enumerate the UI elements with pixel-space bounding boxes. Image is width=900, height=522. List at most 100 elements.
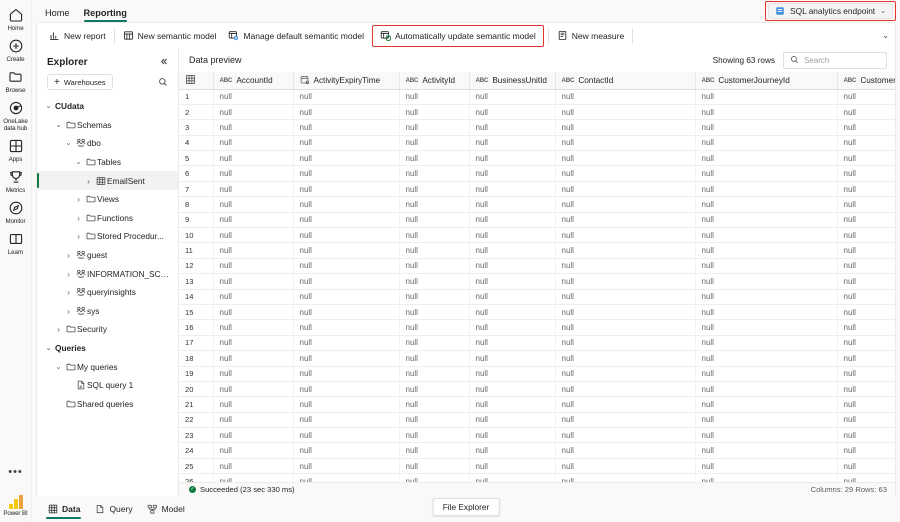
table-cell[interactable]: null	[469, 89, 556, 105]
new-semantic-model-button[interactable]: New semantic model	[117, 26, 223, 46]
tab-model[interactable]: Model	[140, 497, 192, 521]
tree-node-stored-procedur[interactable]: › Stored Procedur...	[37, 227, 178, 246]
table-cell[interactable]: null	[213, 319, 294, 336]
table-cell[interactable]: null	[399, 196, 470, 213]
table-cell[interactable]: null	[213, 119, 294, 136]
table-cell[interactable]: null	[213, 381, 294, 398]
table-cell[interactable]: null	[695, 212, 838, 229]
table-cell[interactable]: null	[555, 335, 696, 352]
tab-reporting[interactable]: Reporting	[77, 8, 134, 22]
table-cell[interactable]: null	[695, 396, 838, 413]
table-cell[interactable]: null	[469, 135, 556, 152]
table-cell[interactable]: null	[213, 335, 294, 352]
rail-item-create[interactable]: Create	[0, 37, 32, 63]
table-cell[interactable]: null	[293, 258, 400, 275]
rail-more-button[interactable]: •••	[8, 466, 23, 478]
table-cell[interactable]: null	[837, 412, 895, 429]
table-cell[interactable]: null	[837, 165, 895, 182]
table-cell[interactable]: null	[213, 227, 294, 244]
table-cell[interactable]: null	[555, 196, 696, 213]
table-row[interactable]: 14 null null null null null null null	[179, 289, 895, 305]
table-row[interactable]: 3 null null null null null null null	[179, 119, 895, 136]
rail-item-onelake-data-hub[interactable]: OneLake data hub	[0, 99, 32, 132]
table-cell[interactable]: null	[293, 104, 400, 121]
table-cell[interactable]: null	[469, 273, 556, 290]
table-cell[interactable]: null	[469, 289, 556, 305]
tree-node-shared-queries[interactable]: Shared queries	[37, 395, 178, 414]
table-cell[interactable]: null	[213, 258, 294, 275]
table-cell[interactable]: null	[837, 473, 895, 482]
table-cell[interactable]: null	[469, 396, 556, 413]
table-cell[interactable]: null	[695, 289, 838, 305]
table-row[interactable]: 18 null null null null null null null	[179, 350, 895, 367]
table-row[interactable]: 15 null null null null null null null	[179, 304, 895, 321]
table-cell[interactable]: null	[213, 427, 294, 444]
table-cell[interactable]: null	[837, 258, 895, 275]
table-cell[interactable]: null	[695, 442, 838, 459]
table-cell[interactable]: null	[469, 473, 556, 482]
tree-node-cudata[interactable]: ⌄ CUdata	[37, 97, 178, 116]
table-cell[interactable]: null	[399, 473, 470, 482]
toolbar-overflow-button[interactable]: ⌄	[882, 23, 889, 48]
table-cell[interactable]: null	[469, 304, 556, 321]
table-cell[interactable]: null	[213, 442, 294, 459]
chevron-down-icon[interactable]: ⌄	[63, 139, 74, 147]
table-row[interactable]: 24 null null null null null null null	[179, 442, 895, 459]
chevron-right-icon[interactable]: ›	[63, 269, 74, 279]
rail-item-power-bi[interactable]: Power BI	[0, 494, 32, 517]
table-row[interactable]: 26 null null null null null null null	[179, 473, 895, 482]
table-cell[interactable]: null	[695, 258, 838, 275]
table-cell[interactable]: null	[555, 412, 696, 429]
table-cell[interactable]: null	[213, 135, 294, 152]
table-row[interactable]: 7 null null null null null null null	[179, 181, 895, 198]
table-cell[interactable]: null	[695, 412, 838, 429]
table-cell[interactable]: null	[399, 427, 470, 444]
table-cell[interactable]: null	[469, 458, 556, 475]
tree-node-tables[interactable]: ⌄ Tables	[37, 153, 178, 172]
table-row[interactable]: 22 null null null null null null null	[179, 412, 895, 429]
table-cell[interactable]: null	[695, 227, 838, 244]
table-row[interactable]: 8 null null null null null null null	[179, 196, 895, 213]
tab-query[interactable]: Query	[87, 497, 139, 521]
table-cell[interactable]: null	[293, 89, 400, 105]
table-cell[interactable]: null	[213, 196, 294, 213]
chevron-down-icon[interactable]: ⌄	[73, 158, 84, 166]
table-cell[interactable]: null	[213, 242, 294, 259]
table-cell[interactable]: null	[399, 181, 470, 198]
table-cell[interactable]: null	[695, 242, 838, 259]
table-cell[interactable]: null	[213, 89, 294, 105]
column-header[interactable]: ActivityExpiryTime	[293, 72, 400, 90]
tree-node-information-sche[interactable]: › INFORMATION_SCHE...	[37, 264, 178, 283]
table-cell[interactable]: null	[469, 150, 556, 167]
table-cell[interactable]: null	[555, 319, 696, 336]
table-cell[interactable]: null	[555, 427, 696, 444]
table-cell[interactable]: null	[837, 289, 895, 305]
table-cell[interactable]: null	[837, 350, 895, 367]
column-header[interactable]: ABC ActivityId	[399, 72, 470, 90]
table-cell[interactable]: null	[293, 135, 400, 152]
column-header[interactable]: ABC AccountId	[213, 72, 294, 90]
table-cell[interactable]: null	[399, 335, 470, 352]
table-row[interactable]: 9 null null null null null null null	[179, 212, 895, 229]
table-row[interactable]: 2 null null null null null null null	[179, 104, 895, 121]
table-row[interactable]: 10 null null null null null null null	[179, 227, 895, 244]
table-cell[interactable]: null	[695, 304, 838, 321]
table-cell[interactable]: null	[293, 473, 400, 482]
table-row[interactable]: 11 null null null null null null null	[179, 242, 895, 259]
chevron-down-icon[interactable]: ⌄	[53, 121, 64, 129]
table-cell[interactable]: null	[293, 242, 400, 259]
table-cell[interactable]: null	[555, 104, 696, 121]
table-cell[interactable]: null	[555, 289, 696, 305]
chevron-right-icon[interactable]: ›	[53, 324, 64, 334]
table-row[interactable]: 4 null null null null null null null	[179, 135, 895, 152]
tree-node-functions[interactable]: › Functions	[37, 209, 178, 228]
table-row[interactable]: 16 null null null null null null null	[179, 319, 895, 336]
table-cell[interactable]: null	[837, 381, 895, 398]
table-cell[interactable]: null	[837, 335, 895, 352]
chevron-right-icon[interactable]: ›	[63, 306, 74, 316]
table-cell[interactable]: null	[695, 381, 838, 398]
table-cell[interactable]: null	[293, 442, 400, 459]
table-cell[interactable]: null	[837, 304, 895, 321]
table-cell[interactable]: null	[399, 119, 470, 136]
table-cell[interactable]: null	[399, 227, 470, 244]
